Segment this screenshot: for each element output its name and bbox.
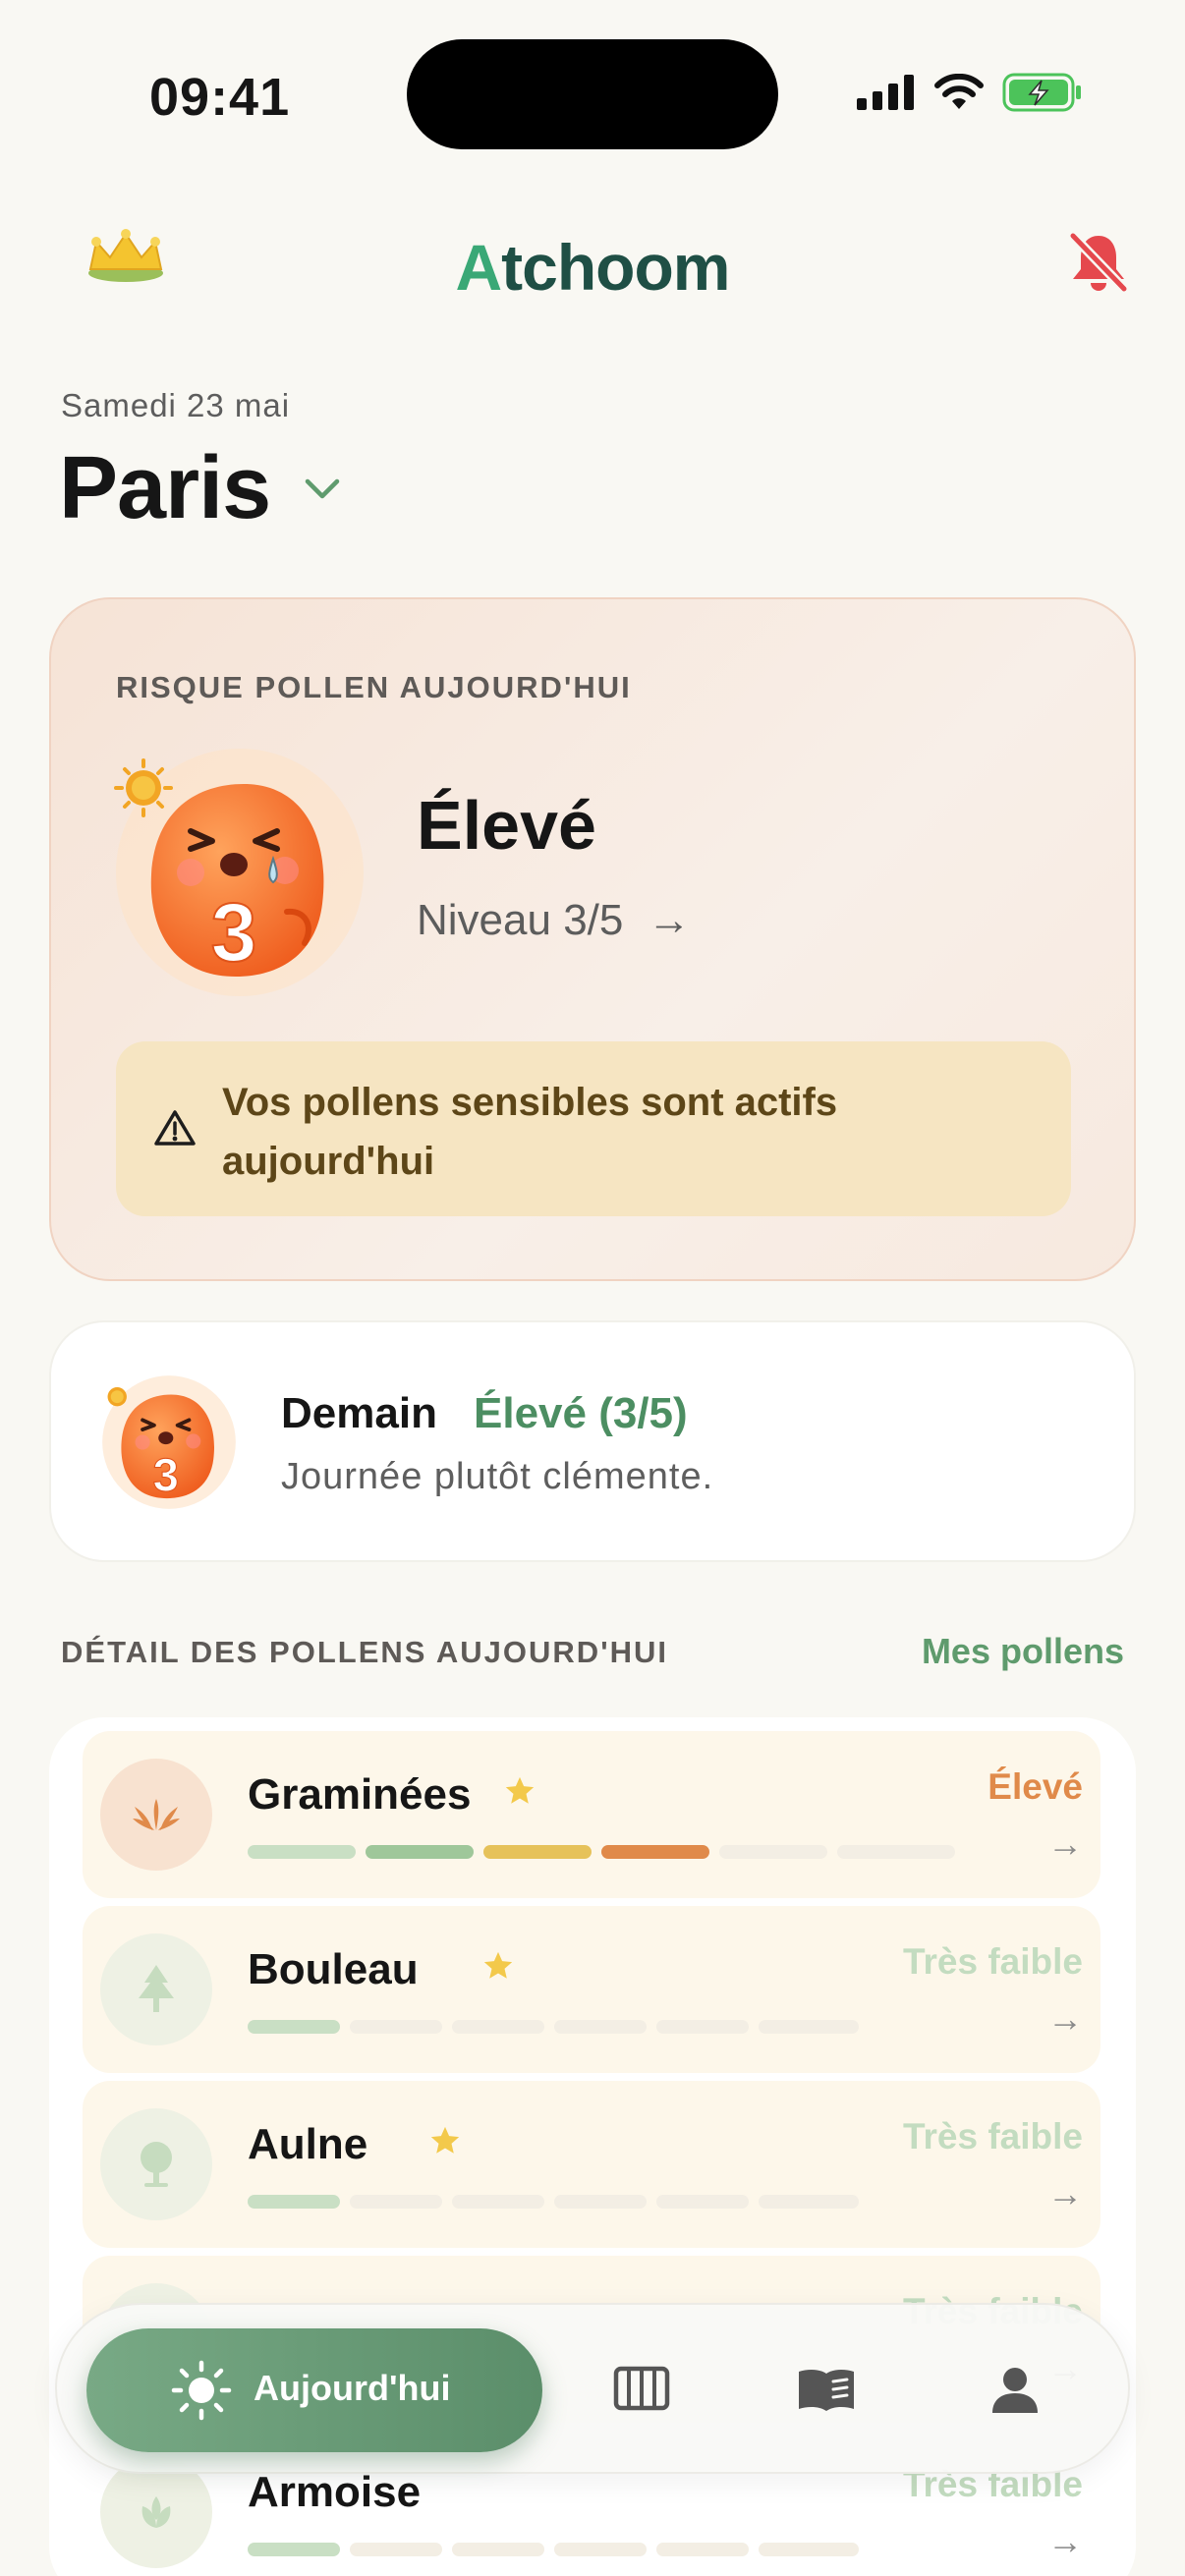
sensitive-pollen-alert: Vos pollens sensibles sont actifs aujour… — [116, 1041, 1071, 1216]
arrow-right-icon: → — [1047, 1823, 1083, 1864]
alert-text: Vos pollens sensibles sont actifs aujour… — [222, 1081, 838, 1183]
tomorrow-subtitle: Journée plutôt clémente. — [281, 1456, 714, 1497]
book-icon[interactable] — [796, 2366, 857, 2413]
tab-today-label: Aujourd'hui — [254, 2368, 451, 2408]
status-bar: 09:41 — [0, 0, 1185, 196]
svg-text:3: 3 — [211, 886, 257, 979]
level-bar-1 — [248, 2195, 340, 2209]
level-bar-2 — [366, 1845, 474, 1859]
pollen-level-bars — [248, 2020, 859, 2034]
pollen-level-label: Élevé — [988, 1766, 1083, 1807]
tree-icon — [100, 1933, 212, 2045]
notifications-off-icon[interactable] — [1067, 230, 1130, 295]
risk-level-detail[interactable]: Niveau 3/5 → — [417, 896, 691, 945]
arrow-right-icon: → — [1047, 2521, 1083, 2561]
my-pollens-link[interactable]: Mes pollens — [922, 1631, 1124, 1672]
pollen-section-title: DÉTAIL DES POLLENS AUJOURD'HUI — [61, 1635, 668, 1669]
level-bar-5 — [656, 2543, 749, 2556]
bottom-tab-bar: Aujourd'hui — [55, 2303, 1130, 2474]
battery-charging-icon — [1002, 73, 1081, 112]
city-name: Paris — [59, 439, 271, 537]
level-bar-6 — [759, 2020, 859, 2034]
level-bar-5 — [656, 2020, 749, 2034]
sneezing-mascot-small-icon: 3 — [102, 1375, 236, 1509]
pollen-row-graminees[interactable]: Graminées Élevé → — [83, 1731, 1100, 1898]
warning-icon — [154, 1110, 196, 1146]
level-bar-6 — [759, 2195, 859, 2209]
level-bar-3 — [452, 2543, 544, 2556]
level-bar-1 — [248, 2543, 340, 2556]
app-header: Atchoom — [0, 218, 1185, 326]
pollen-row-aulne[interactable]: Aulne Très faible → — [83, 2081, 1100, 2248]
pollen-level-bars — [248, 2195, 859, 2209]
grass-icon — [100, 1759, 212, 1871]
pollen-level-label: Très faible — [902, 1941, 1083, 1982]
level-bar-6 — [759, 2543, 859, 2556]
pollen-level-bars — [248, 1845, 955, 1859]
level-bar-3 — [452, 2020, 544, 2034]
sneezing-mascot-icon: 3 — [114, 749, 364, 996]
favorite-star-icon — [483, 1951, 513, 1979]
pollen-name: Aulne — [248, 2120, 368, 2168]
tomorrow-title: Demain — [281, 1389, 437, 1437]
level-bar-6 — [837, 1845, 955, 1859]
level-bar-4 — [554, 2020, 647, 2034]
risk-card-label: RISQUE POLLEN AUJOURD'HUI — [116, 670, 632, 704]
level-bar-5 — [719, 1845, 827, 1859]
pollen-level-label: Très faible — [902, 2116, 1083, 2156]
level-bar-1 — [248, 1845, 356, 1859]
favorite-star-icon — [430, 2126, 460, 2154]
signal-icon — [857, 75, 914, 110]
city-selector[interactable]: Paris — [59, 438, 341, 539]
arrow-right-icon: → — [647, 896, 691, 944]
svg-text:3: 3 — [153, 1450, 179, 1502]
chevron-down-icon — [305, 478, 340, 498]
calendar-icon[interactable] — [613, 2366, 670, 2411]
today-risk-card[interactable]: RISQUE POLLEN AUJOURD'HUI 3 Élevé Niveau… — [49, 597, 1136, 1281]
pollen-name: Armoise — [248, 2468, 422, 2516]
pollen-row-bouleau[interactable]: Bouleau Très faible → — [83, 1906, 1100, 2073]
current-date: Samedi 23 mai — [61, 387, 291, 423]
level-bar-4 — [554, 2543, 647, 2556]
level-bar-2 — [350, 2020, 442, 2034]
pollen-level-bars — [248, 2543, 859, 2556]
status-icons — [857, 73, 1083, 112]
profile-icon[interactable] — [990, 2366, 1040, 2415]
risk-level-name: Élevé — [417, 787, 596, 864]
alder-tree-icon — [100, 2108, 212, 2220]
arrow-right-icon: → — [1047, 1998, 1083, 2039]
pollen-name: Bouleau — [248, 1945, 419, 1993]
arrow-right-icon: → — [1047, 2173, 1083, 2213]
tomorrow-card[interactable]: 3 Demain Élevé (3/5) Journée plutôt clém… — [49, 1320, 1136, 1562]
app-logo: Atchoom — [455, 231, 731, 304]
status-time: 09:41 — [149, 68, 291, 127]
level-bar-3 — [452, 2195, 544, 2209]
sun-icon — [171, 2360, 232, 2421]
favorite-star-icon — [505, 1776, 535, 1804]
level-bar-4 — [554, 2195, 647, 2209]
level-bar-1 — [248, 2020, 340, 2034]
dynamic-island — [407, 39, 778, 149]
level-bar-2 — [350, 2195, 442, 2209]
tab-today[interactable]: Aujourd'hui — [86, 2328, 542, 2452]
level-bar-3 — [483, 1845, 592, 1859]
wifi-icon — [934, 74, 984, 109]
level-bar-4 — [601, 1845, 709, 1859]
level-bar-5 — [656, 2195, 749, 2209]
tomorrow-level: Élevé (3/5) — [474, 1389, 688, 1437]
pollen-name: Graminées — [248, 1770, 472, 1819]
level-bar-2 — [350, 2543, 442, 2556]
